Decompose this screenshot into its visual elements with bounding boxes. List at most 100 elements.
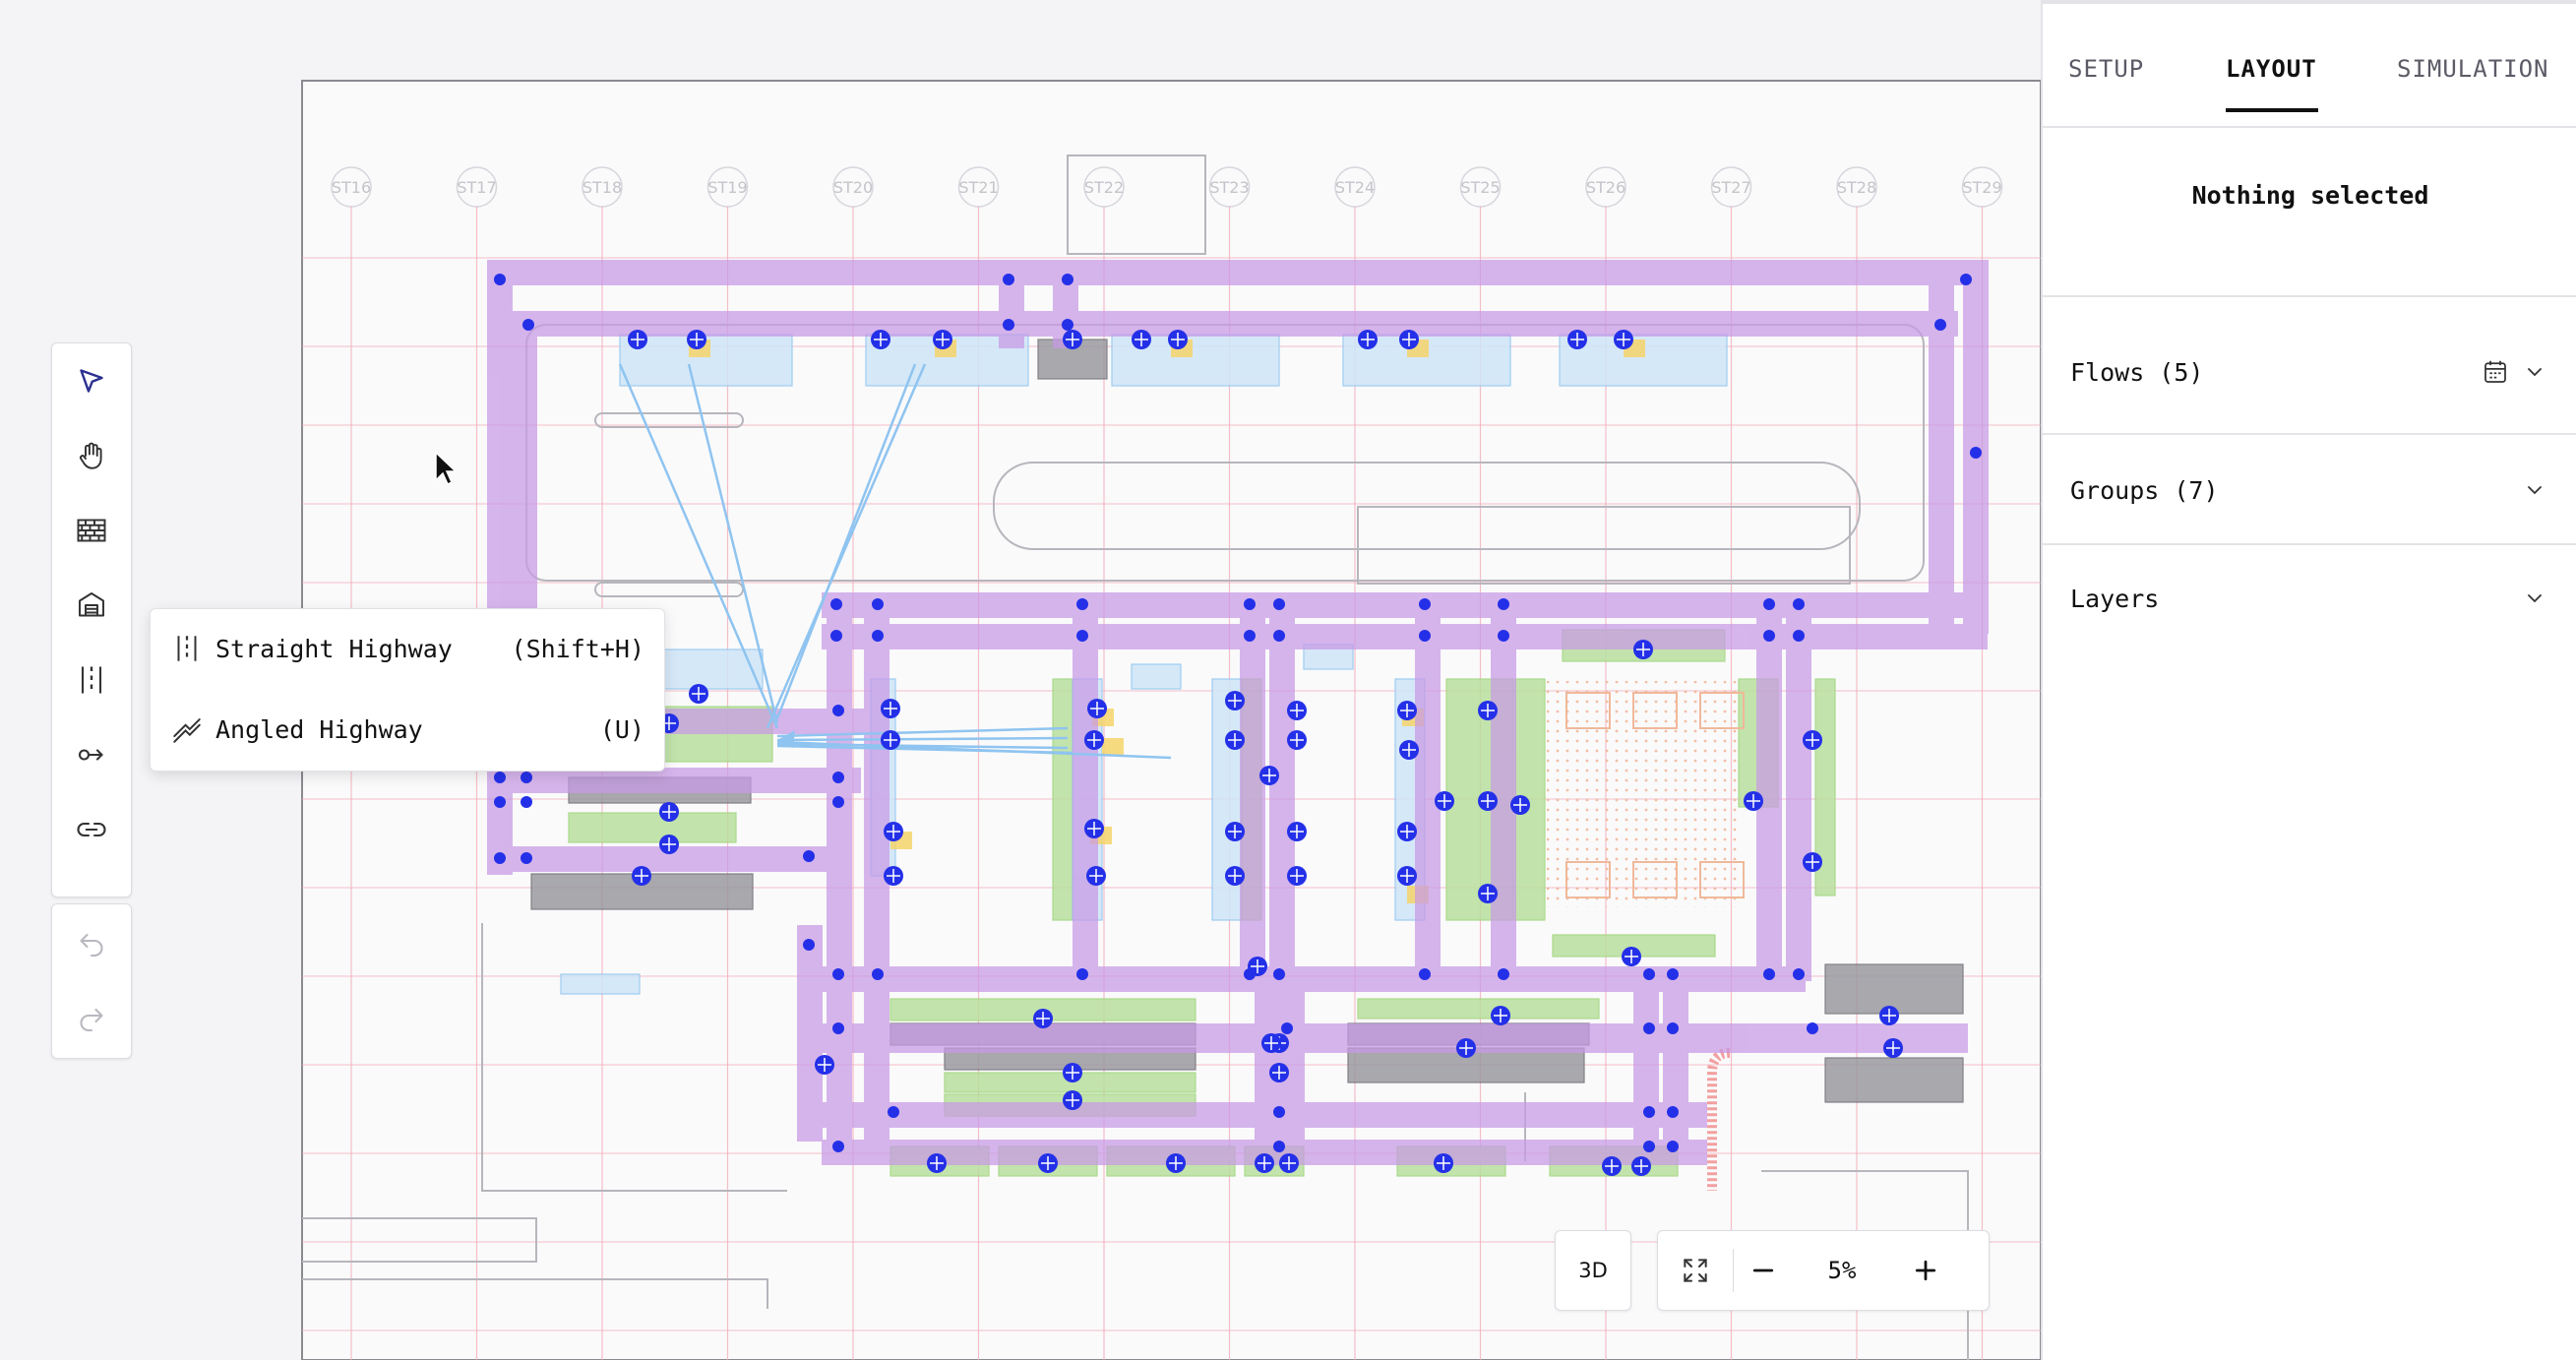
equipment-block [1824,1057,1964,1103]
highway-tool-button[interactable] [58,649,125,711]
chevron-down-icon[interactable] [2517,472,2552,508]
highway-node [1643,968,1655,980]
groups-section-label: Groups (7) [2070,475,2219,505]
tab-layout[interactable]: LAYOUT [2226,55,2317,83]
highway-node [1667,1106,1679,1118]
wall-brick-icon [77,519,106,542]
redo-button[interactable] [58,987,125,1050]
highway-node [1273,1106,1285,1118]
highway-node [803,939,815,951]
pan-tool-button[interactable] [58,424,125,487]
highway-segment [1929,260,1954,634]
link-tool-button[interactable] [58,798,125,861]
connector-icon [78,749,103,761]
marker-block [1102,738,1124,756]
highway-node [1244,630,1256,642]
highway-node [1419,630,1431,642]
station-label: ST17 [457,178,496,197]
zoom-level-readout: 5% [1827,1257,1857,1284]
layers-section-header[interactable]: Layers [2070,569,2552,628]
zoom-controls: 5% [1657,1230,1990,1311]
highway-node [1498,598,1509,610]
flows-section-label: Flows (5) [2070,357,2204,387]
layers-section-label: Layers [2070,584,2160,613]
highway-node [494,274,506,285]
highway-node [1281,1022,1293,1034]
flows-section-header[interactable]: Flows (5) [2070,342,2552,402]
menu-item-straight-highway[interactable]: Straight Highway (Shift+H) [170,619,644,678]
3d-view-label: 3D [1578,1259,1608,1282]
station-label: ST23 [1209,178,1249,197]
highway-node [1763,968,1775,980]
fit-screen-button[interactable] [1658,1231,1733,1310]
highway-node [1498,968,1509,980]
groups-section-header[interactable]: Groups (7) [2070,461,2552,520]
station-label: ST20 [833,178,873,197]
highway-node [521,852,532,864]
highway-segment [512,311,1958,337]
plus-icon [1915,1260,1936,1281]
highway-node [1062,274,1073,285]
highway-node [1643,1022,1655,1034]
highway-node [1273,968,1285,980]
highway-node [1643,1106,1655,1118]
highway-node [1960,274,1972,285]
calendar-icon[interactable] [2478,354,2513,390]
menu-item-label: Straight Highway [215,634,453,663]
angled-highway-icon [170,712,204,746]
warehouse-icon [79,592,104,617]
station-label: ST18 [583,178,622,197]
connector-tool-button[interactable] [58,723,125,786]
equipment-block [1824,963,1964,1015]
highway-segment [822,624,1988,649]
station-label: ST22 [1084,178,1124,197]
highway-node [1419,598,1431,610]
straight-highway-icon [170,632,204,665]
highway-node [1793,598,1805,610]
highway-node [1667,968,1679,980]
wall-tool-button[interactable] [58,499,125,562]
tool-palette [51,342,132,897]
building-tool-button[interactable] [58,574,125,637]
zoom-in-button[interactable] [1891,1231,1960,1310]
highway-node [1273,598,1285,610]
highway-node [832,772,844,783]
highway-node [832,796,844,808]
highway-node [872,630,884,642]
divider [2043,126,2576,128]
menu-item-angled-highway[interactable]: Angled Highway (U) [170,700,644,759]
tab-setup[interactable]: SETUP [2068,55,2144,83]
layout-canvas[interactable]: ST16 ST17 ST18 ST19 ST20 ST21 ST22 ST23 ST24 ST25… [0,0,2041,1360]
chevron-down-icon[interactable] [2517,354,2552,390]
select-tool-button[interactable] [58,349,125,412]
highway-node [494,852,506,864]
highway-node [1763,630,1775,642]
station-label: ST27 [1711,178,1750,197]
highway-node [521,796,532,808]
station-label: ST24 [1335,178,1375,197]
select-pointer-icon [80,369,103,393]
zoom-out-button[interactable] [1734,1231,1793,1310]
station-label: ST28 [1837,178,1876,197]
tab-simulation[interactable]: SIMULATION [2397,55,2549,83]
station-label: ST21 [958,178,998,197]
3d-view-button[interactable]: 3D [1555,1230,1631,1311]
divider [2043,543,2576,545]
highway-node [1003,319,1014,331]
menu-item-shortcut: (U) [599,714,644,744]
highway-node [1273,1141,1285,1152]
highway-node [1244,598,1256,610]
equipment-block [1052,678,1073,921]
highway-segment [487,260,1983,285]
highway-node [1763,598,1775,610]
station-label: ST29 [1962,178,2001,197]
highway-node [1273,630,1285,642]
highway-node [1667,1022,1679,1034]
minus-icon [1752,1268,1774,1272]
highway-node [1793,630,1805,642]
undo-button[interactable] [58,912,125,975]
redo-icon [80,1008,103,1032]
highway-segment [1415,592,1441,981]
chevron-down-icon[interactable] [2517,581,2552,616]
equipment-block [1131,663,1182,690]
